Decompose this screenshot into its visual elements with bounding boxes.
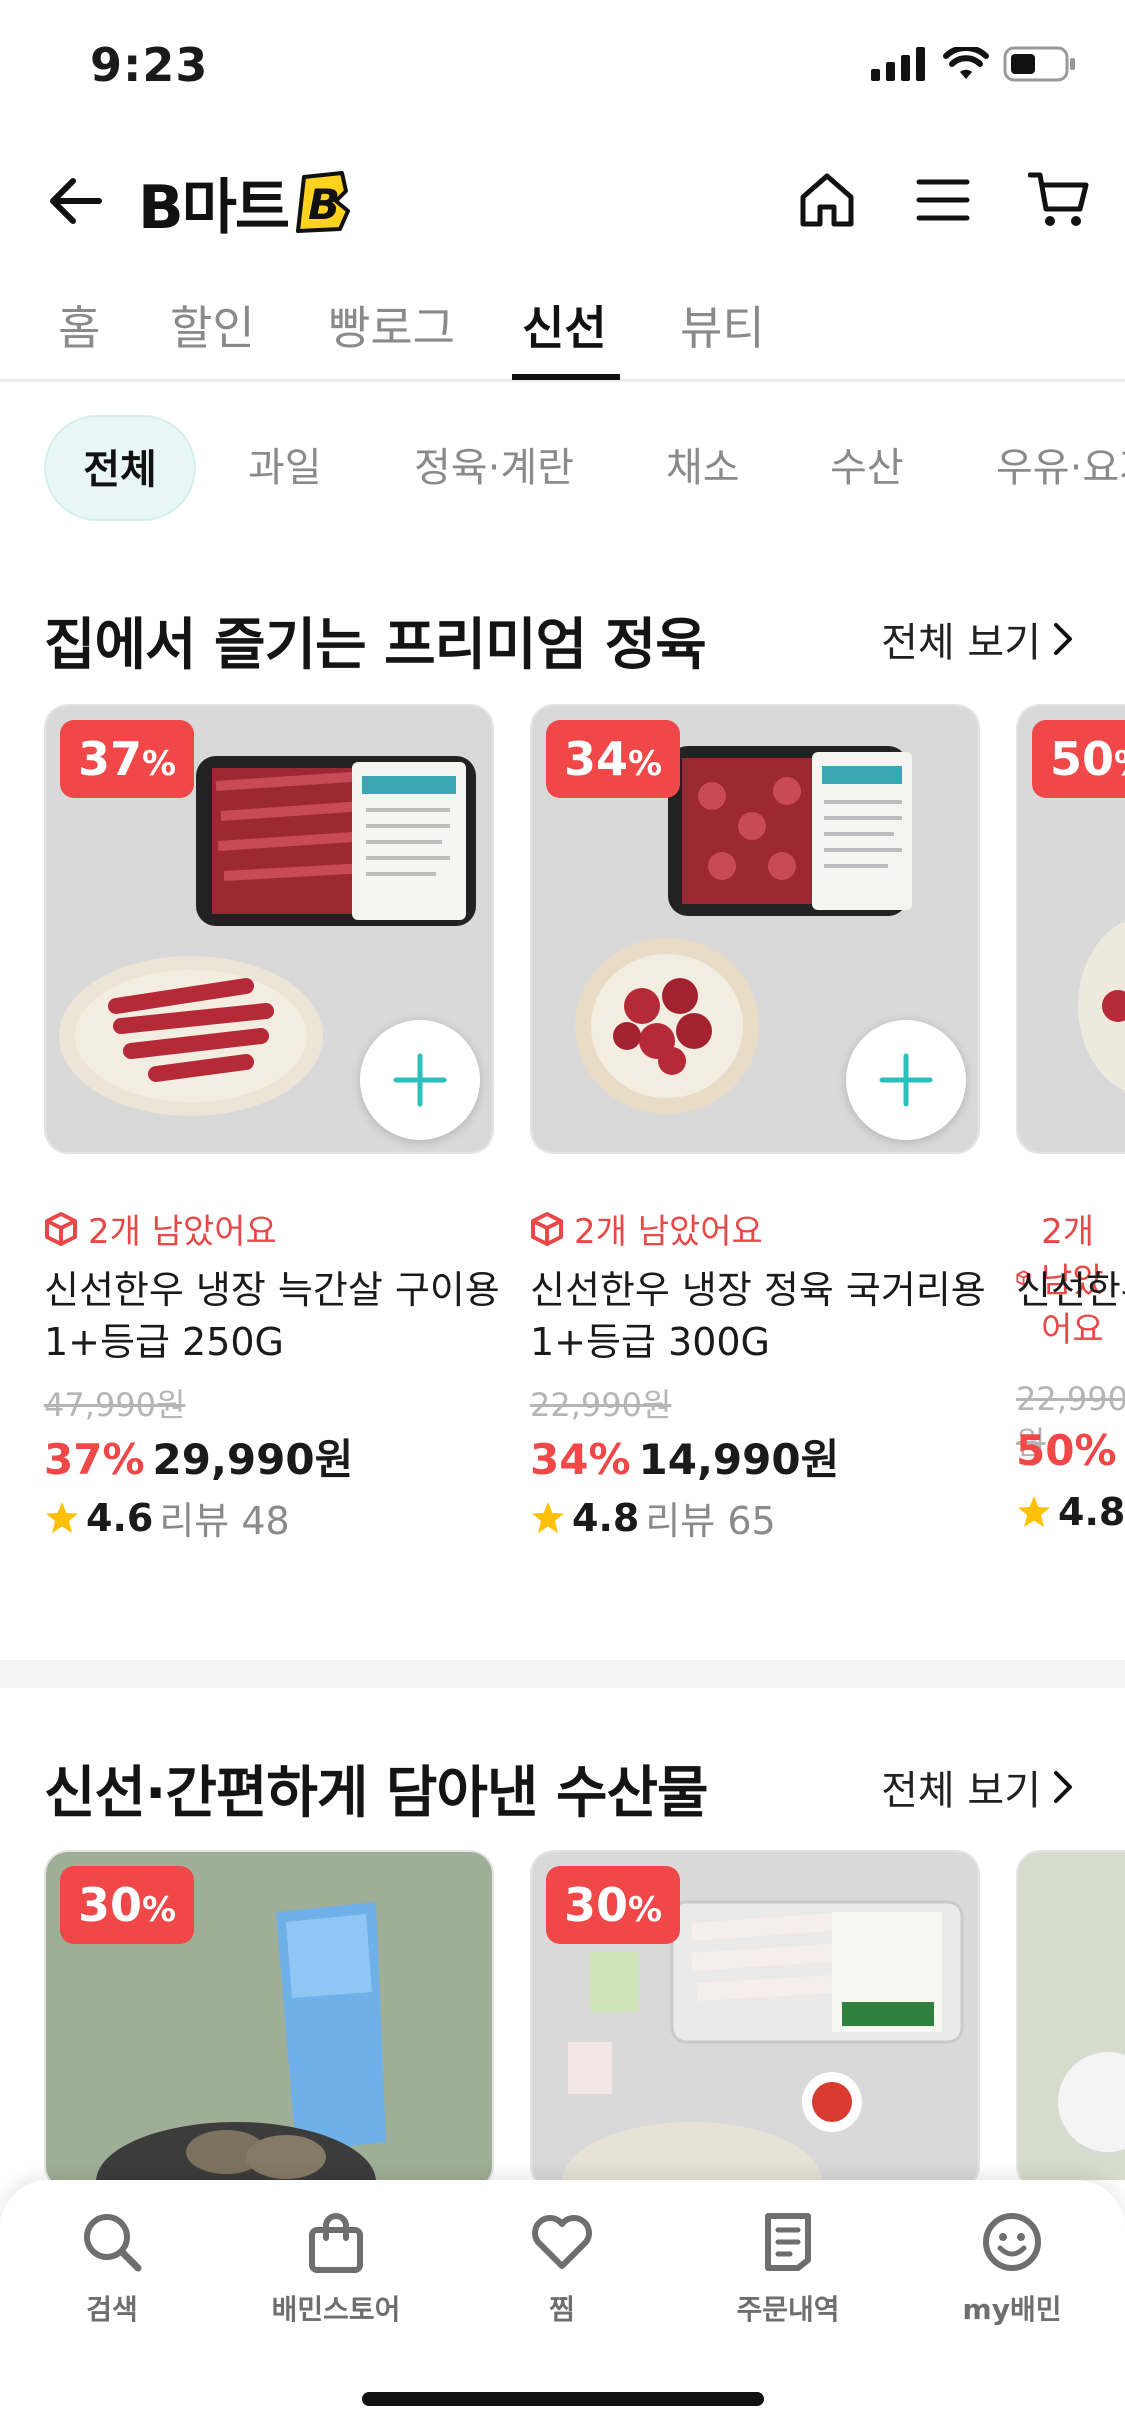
section-title-meat: 집에서 즐기는 프리미엄 정육 <box>44 613 707 678</box>
star-icon <box>532 1501 564 1533</box>
cart-button[interactable] <box>1023 164 1095 236</box>
section-divider <box>0 1660 1125 1688</box>
discount-badge: 30% <box>546 1866 681 1944</box>
see-all-meat[interactable]: 전체 보기 <box>881 610 1075 668</box>
nav-favorites[interactable]: 찜 <box>472 2210 652 2328</box>
category-tabs: 홈 할인 빵로그 신선 뷰티 <box>0 282 1125 382</box>
shopping-bag-icon <box>309 2213 363 2273</box>
status-bar: 9:23 <box>0 0 1125 140</box>
bmart-logo: B마트 B <box>138 162 352 243</box>
original-price: 22,990원 <box>530 1386 672 1424</box>
home-button[interactable] <box>791 164 863 236</box>
box-icon <box>531 1211 563 1246</box>
nav-search[interactable]: 검색 <box>22 2210 202 2328</box>
star-icon <box>46 1501 78 1533</box>
chip-vegetable[interactable]: 채소 <box>666 415 740 521</box>
product-image <box>1016 1850 1125 2180</box>
svg-text:B: B <box>308 180 340 229</box>
discount-badge: 34% <box>546 720 681 798</box>
search-icon <box>84 2214 142 2272</box>
stock-notice: 2개 남았어요 <box>44 1204 277 1253</box>
product-card[interactable]: 50% 2개 남았어요 신선한우 냉장 1+등급 22,990원 50% 4.8 <box>1016 704 1125 1534</box>
logo-mark-icon: B <box>296 171 351 233</box>
home-icon <box>800 173 854 227</box>
plus-icon <box>393 1053 447 1107</box>
tab-sale[interactable]: 할인 <box>170 292 255 358</box>
back-button[interactable] <box>40 166 110 236</box>
sale-price: 37% 29,990원 <box>44 1435 354 1484</box>
battery-icon <box>1003 46 1075 82</box>
nav-store[interactable]: 배민스토어 <box>246 2210 426 2328</box>
logo-text: B마트 <box>138 172 290 243</box>
product-card[interactable]: 30% <box>44 1850 494 2190</box>
discount-badge: 50% <box>1032 720 1125 798</box>
subcategory-chips: 전체 과일 정육·계란 채소 수산 우유·요거 <box>0 415 1125 525</box>
heart-icon <box>532 2215 592 2269</box>
product-image: 34% <box>530 704 980 1154</box>
chip-meat-egg[interactable]: 정육·계란 <box>414 415 574 521</box>
product-card[interactable] <box>1016 1850 1125 2180</box>
discount-badge: 30% <box>60 1866 195 1944</box>
chip-seafood[interactable]: 수산 <box>830 415 904 521</box>
discount-badge: 37% <box>60 720 195 798</box>
plus-icon <box>879 1053 933 1107</box>
sale-price: 34% 14,990원 <box>530 1435 840 1484</box>
section-title-seafood: 신선·간편하게 담아낸 수산물 <box>44 1761 709 1826</box>
menu-button[interactable] <box>907 164 979 236</box>
chip-all[interactable]: 전체 <box>44 415 196 521</box>
product-name[interactable]: 신선한우 냉장 1+등급 <box>1016 1264 1125 1316</box>
original-price: 47,990원 <box>44 1386 186 1424</box>
product-name[interactable]: 신선한우 냉장 늑간살 구이용 1+등급 250G <box>44 1264 524 1368</box>
nav-my-baemin[interactable]: my배민 <box>922 2210 1102 2328</box>
nav-orders[interactable]: 주문내역 <box>698 2210 878 2328</box>
chevron-right-icon <box>1054 623 1072 655</box>
product-image: 37% <box>44 704 494 1154</box>
chip-dairy[interactable]: 우유·요거 <box>996 415 1125 521</box>
product-image: 50% <box>1016 704 1125 1154</box>
product-image: 30% <box>530 1850 980 2190</box>
product-image: 30% <box>44 1850 494 2190</box>
app-header: B마트 B <box>0 150 1125 250</box>
tab-bread-log[interactable]: 빵로그 <box>328 292 455 358</box>
product-card[interactable]: 30% <box>530 1850 980 2190</box>
menu-icon <box>916 179 970 221</box>
smile-icon <box>983 2213 1041 2271</box>
add-to-cart-button[interactable] <box>360 1020 480 1140</box>
product-card[interactable]: 34% 2개 남았어요 신선한우 냉장 정육 국거리용 1+등급 300G 22… <box>530 704 986 1543</box>
tab-home[interactable]: 홈 <box>58 292 100 358</box>
tab-beauty[interactable]: 뷰티 <box>680 292 765 358</box>
sale-price: 50% <box>1016 1426 1117 1475</box>
active-tab-indicator <box>512 374 620 380</box>
status-time: 9:23 <box>90 38 209 92</box>
see-all-seafood[interactable]: 전체 보기 <box>881 1758 1075 1816</box>
tab-fresh[interactable]: 신선 <box>522 292 607 358</box>
rating: 4.8 <box>1016 1490 1125 1534</box>
box-icon <box>45 1211 77 1246</box>
rating: 4.6 리뷰 48 <box>44 1490 290 1545</box>
add-to-cart-button[interactable] <box>846 1020 966 1140</box>
star-icon <box>1018 1496 1050 1527</box>
see-all-label: 전체 보기 <box>881 1768 1041 1814</box>
status-icons <box>871 46 1077 82</box>
home-indicator[interactable] <box>362 2392 764 2406</box>
stock-notice: 2개 남았어요 <box>530 1204 763 1253</box>
chevron-right-icon <box>1054 1771 1072 1803</box>
cart-icon <box>1028 172 1089 226</box>
wifi-icon <box>943 47 989 79</box>
product-card[interactable]: 37% 2개 남았어요 신선한우 냉장 늑간살 구이용 1+등급 250G 47… <box>44 704 500 1543</box>
chip-fruit[interactable]: 과일 <box>248 415 322 521</box>
receipt-icon <box>765 2213 811 2271</box>
signal-icon <box>871 47 925 81</box>
rating: 4.8 리뷰 65 <box>530 1490 776 1545</box>
see-all-label: 전체 보기 <box>881 620 1041 666</box>
product-name[interactable]: 신선한우 냉장 정육 국거리용 1+등급 300G <box>530 1264 1010 1368</box>
arrow-left-icon <box>50 178 102 224</box>
